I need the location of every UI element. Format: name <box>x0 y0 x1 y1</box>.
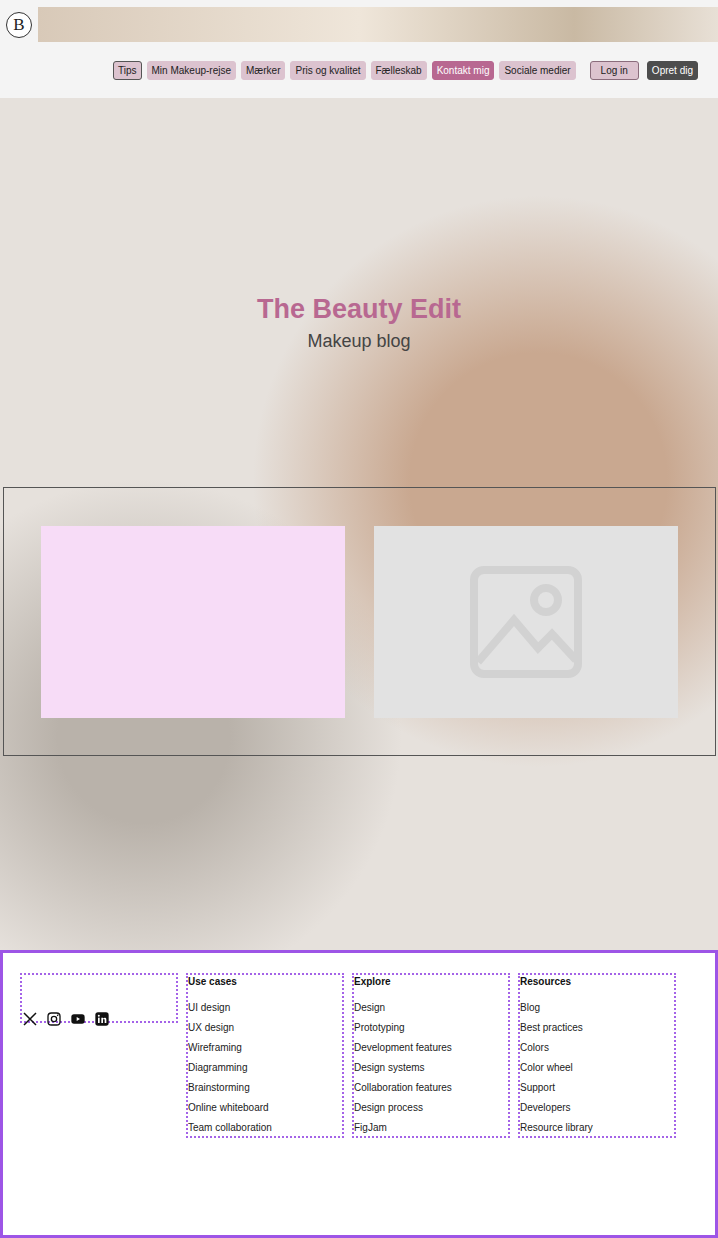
hero-title: The Beauty Edit <box>257 293 461 325</box>
hero-subtitle: Makeup blog <box>307 329 410 353</box>
footer-link[interactable]: Support <box>520 1082 674 1094</box>
card[interactable] <box>41 526 345 718</box>
footer-link[interactable]: UI design <box>188 1002 342 1014</box>
footer-column-title: Explore <box>354 976 508 987</box>
nav-bar: Tips Min Makeup-rejse Mærker Pris og kvalit… <box>0 42 718 80</box>
nav-button[interactable]: Sociale medier <box>499 61 575 80</box>
footer-link[interactable]: Wireframing <box>188 1042 342 1054</box>
logo[interactable]: B <box>6 12 32 38</box>
instagram-icon[interactable] <box>46 1011 62 1027</box>
footer-link[interactable]: Online whiteboard <box>188 1102 342 1114</box>
hero: The Beauty Edit Makeup blog <box>0 98 718 950</box>
footer-link[interactable]: Colors <box>520 1042 674 1054</box>
footer-link[interactable]: Design process <box>354 1102 508 1114</box>
footer: Use cases UI design UX design Wireframing D… <box>0 950 718 1238</box>
footer-link[interactable]: Color wheel <box>520 1062 674 1074</box>
footer-link[interactable]: Design <box>354 1002 508 1014</box>
auth-button[interactable]: Opret dig <box>647 61 698 80</box>
nav-button[interactable]: Min Makeup-rejse <box>147 61 236 80</box>
social-column <box>20 973 178 1023</box>
nav-button[interactable]: Fælleskab <box>371 61 427 80</box>
footer-link[interactable]: Resource library <box>520 1122 674 1134</box>
footer-link[interactable]: Prototyping <box>354 1022 508 1034</box>
youtube-icon[interactable] <box>70 1011 86 1027</box>
footer-link[interactable]: Blog <box>520 1002 674 1014</box>
footer-link[interactable]: Brainstorming <box>188 1082 342 1094</box>
x-icon[interactable] <box>22 1011 38 1027</box>
nav-button[interactable]: Tips <box>113 61 142 80</box>
footer-link[interactable]: FigJam <box>354 1122 508 1134</box>
page: B Tips Min Makeup-rejse Mærker Pris og kval… <box>0 0 718 1238</box>
image-placeholder[interactable] <box>374 526 678 718</box>
image-icon <box>466 562 586 682</box>
footer-link[interactable]: Development features <box>354 1042 508 1054</box>
footer-link[interactable]: UX design <box>188 1022 342 1034</box>
footer-column: Resources Blog Best practices Colors Color … <box>518 973 676 1138</box>
footer-column-title: Use cases <box>188 976 342 987</box>
nav-button[interactable]: Pris og kvalitet <box>290 61 365 80</box>
footer-link[interactable]: Best practices <box>520 1022 674 1034</box>
footer-column: Explore Design Prototyping Development fea… <box>352 973 510 1138</box>
footer-link[interactable]: Developers <box>520 1102 674 1114</box>
header: B Tips Min Makeup-rejse Mærker Pris og kval… <box>0 0 718 98</box>
linkedin-icon[interactable] <box>94 1011 110 1027</box>
header-photo-strip: B <box>0 7 718 42</box>
card-row <box>3 487 716 756</box>
footer-link[interactable]: Team collaboration <box>188 1122 342 1134</box>
footer-column: Use cases UI design UX design Wireframing D… <box>186 973 344 1138</box>
nav-button[interactable]: Kontakt mig <box>432 61 495 80</box>
auth-button[interactable]: Log in <box>590 61 639 80</box>
footer-link[interactable]: Diagramming <box>188 1062 342 1074</box>
footer-link[interactable]: Collaboration features <box>354 1082 508 1094</box>
nav-button[interactable]: Mærker <box>241 61 285 80</box>
footer-column-title: Resources <box>520 976 674 987</box>
footer-link[interactable]: Design systems <box>354 1062 508 1074</box>
